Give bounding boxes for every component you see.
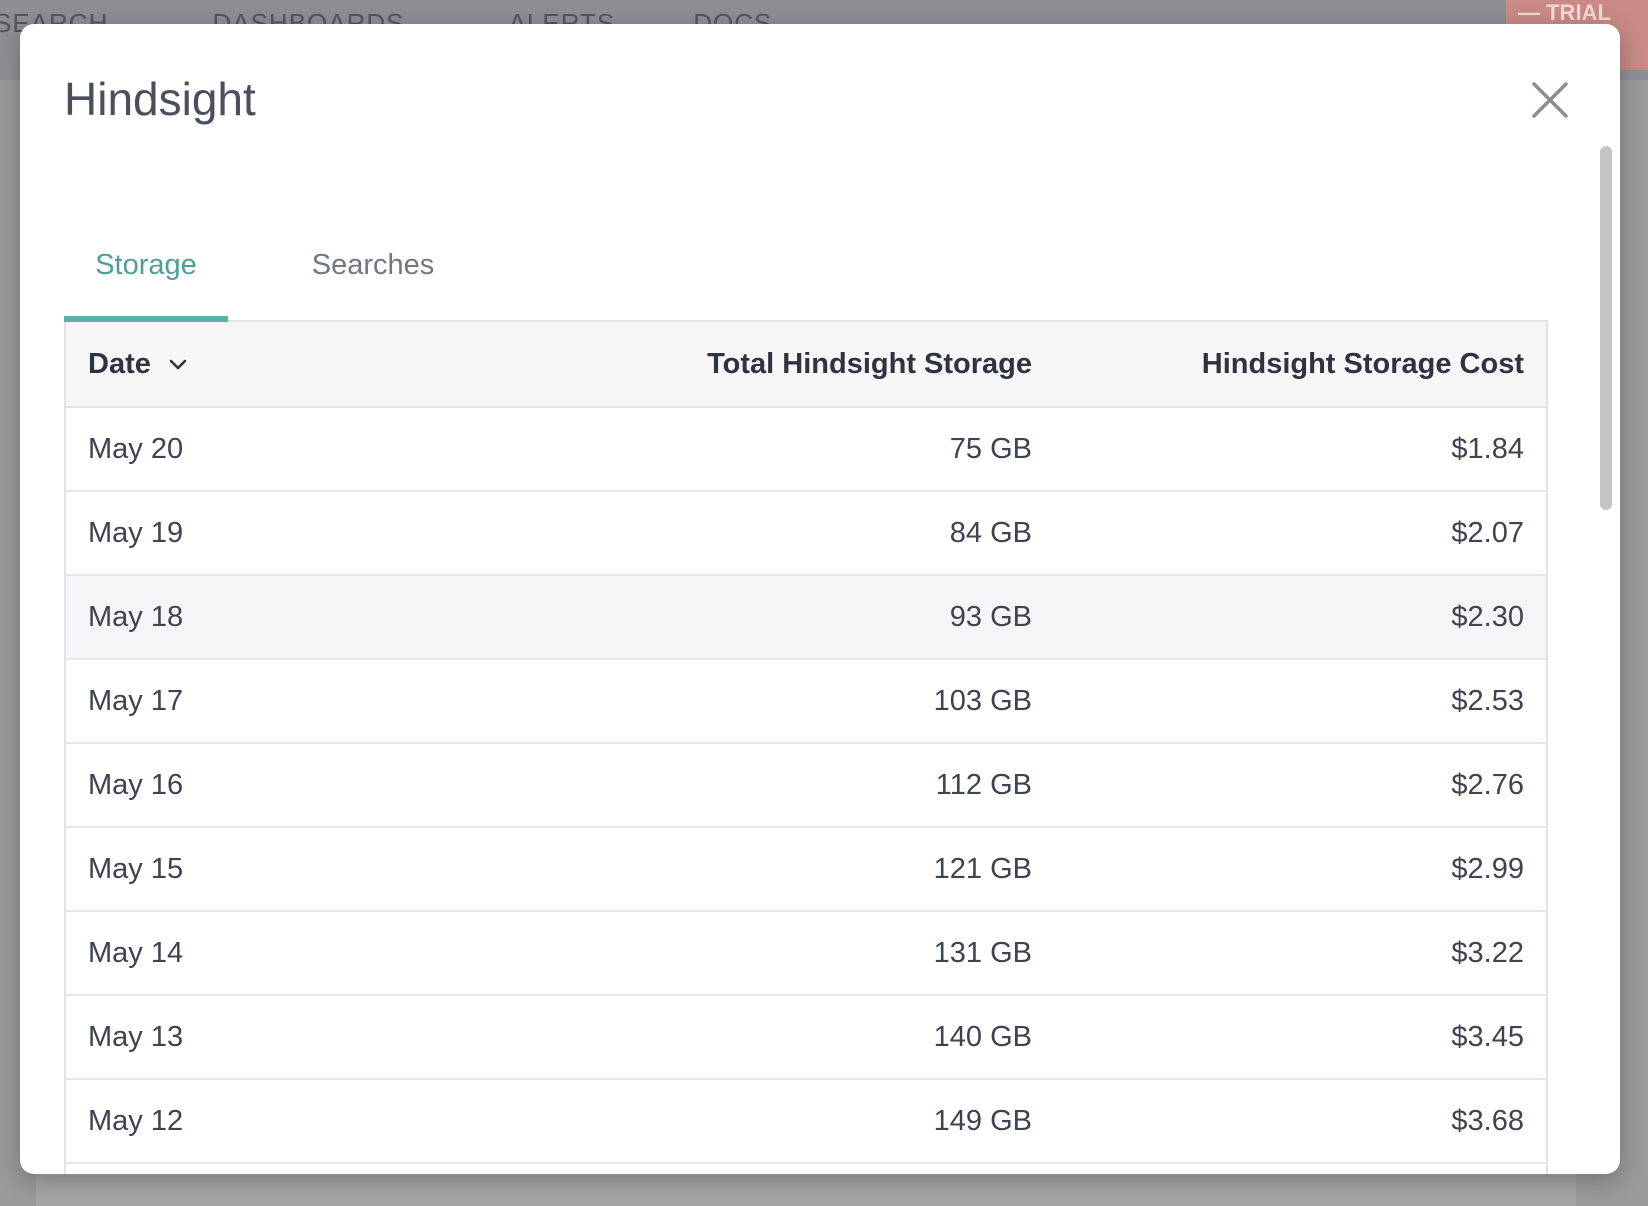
cell-date: May 12 xyxy=(66,1079,470,1164)
column-header-label: Date xyxy=(88,347,151,380)
column-header-total-storage: Total Hindsight Storage xyxy=(470,322,1054,408)
chevron-down-icon xyxy=(169,359,187,370)
cell-date: May 16 xyxy=(66,743,470,828)
column-header-date[interactable]: Date xyxy=(66,322,470,408)
modal-title: Hindsight xyxy=(64,73,256,125)
cell-storage: 93 GB xyxy=(470,575,1054,660)
cell-storage: 103 GB xyxy=(470,659,1054,744)
table-row: May 14 131 GB $3.22 xyxy=(66,911,1546,996)
cell-storage: 149 GB xyxy=(470,1079,1054,1164)
cell-storage: 84 GB xyxy=(470,491,1054,576)
table-row: May 18 93 GB $2.30 xyxy=(66,575,1546,660)
cell-cost: $2.07 xyxy=(1054,491,1546,576)
cell-date: May 17 xyxy=(66,659,470,744)
storage-table-container[interactable]: Date Total Hindsight Storage Hindsight S… xyxy=(64,322,1548,1174)
cell-date: May 14 xyxy=(66,911,470,996)
cell-cost: $1.84 xyxy=(1054,407,1546,492)
cell-date: May 19 xyxy=(66,491,470,576)
column-header-label: Hindsight Storage Cost xyxy=(1201,347,1524,380)
tab-searches[interactable]: Searches xyxy=(298,210,448,320)
cell-cost: $2.53 xyxy=(1054,659,1546,744)
cell-cost: $3.68 xyxy=(1054,1079,1546,1164)
close-button[interactable] xyxy=(1526,76,1574,124)
cell-storage: 75 GB xyxy=(470,407,1054,492)
column-header-storage-cost: Hindsight Storage Cost xyxy=(1054,322,1546,408)
cell-storage: 140 GB xyxy=(470,995,1054,1080)
hindsight-modal: Hindsight Storage Searches Date Total Hi… xyxy=(20,24,1620,1174)
table-row: May 20 75 GB $1.84 xyxy=(66,407,1546,492)
modal-scrollbar-thumb[interactable] xyxy=(1600,146,1612,510)
column-header-label: Total Hindsight Storage xyxy=(707,347,1032,380)
storage-table: Date Total Hindsight Storage Hindsight S… xyxy=(66,322,1546,1164)
close-icon xyxy=(1532,82,1568,118)
cell-date: May 18 xyxy=(66,575,470,660)
cell-date: May 20 xyxy=(66,407,470,492)
table-row: May 16 112 GB $2.76 xyxy=(66,743,1546,828)
cell-date: May 13 xyxy=(66,995,470,1080)
cell-storage: 121 GB xyxy=(470,827,1054,912)
table-row: May 13 140 GB $3.45 xyxy=(66,995,1546,1080)
table-row: May 15 121 GB $2.99 xyxy=(66,827,1546,912)
trial-banner-line1: — TRIAL xyxy=(1518,0,1611,25)
cell-date: May 15 xyxy=(66,827,470,912)
tab-storage[interactable]: Storage xyxy=(64,210,228,322)
tab-label: Storage xyxy=(95,248,197,281)
cell-cost: $2.76 xyxy=(1054,743,1546,828)
table-row: May 12 149 GB $3.68 xyxy=(66,1079,1546,1164)
cell-cost: $3.22 xyxy=(1054,911,1546,996)
table-row: May 19 84 GB $2.07 xyxy=(66,491,1546,576)
cell-cost: $2.99 xyxy=(1054,827,1546,912)
tab-bar: Storage Searches xyxy=(64,210,1548,322)
cell-cost: $3.45 xyxy=(1054,995,1546,1080)
table-row: May 17 103 GB $2.53 xyxy=(66,659,1546,744)
cell-storage: 131 GB xyxy=(470,911,1054,996)
cell-storage: 112 GB xyxy=(470,743,1054,828)
table-header-row: Date Total Hindsight Storage Hindsight S… xyxy=(66,322,1546,408)
tab-label: Searches xyxy=(311,248,435,281)
cell-cost: $2.30 xyxy=(1054,575,1546,660)
